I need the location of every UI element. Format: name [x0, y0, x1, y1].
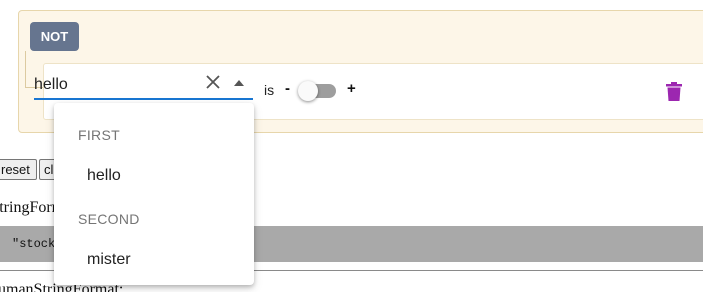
operator-label: is: [264, 82, 275, 98]
field-autocomplete[interactable]: hello: [34, 69, 253, 100]
close-icon[interactable]: [206, 75, 220, 89]
delete-icon[interactable]: [666, 82, 682, 101]
toggle-thumb[interactable]: [298, 81, 318, 101]
arrow-up-icon[interactable]: [233, 79, 245, 87]
group-header-second: SECOND: [78, 211, 140, 227]
field-input[interactable]: hello: [34, 76, 68, 94]
reset-button[interactable]: reset: [0, 159, 37, 180]
autocomplete-dropdown: FIRST hello SECOND mister: [54, 103, 254, 285]
option-hello[interactable]: hello: [87, 167, 121, 185]
code-text: "stock: [12, 237, 56, 251]
option-mister[interactable]: mister: [87, 251, 131, 269]
not-button[interactable]: NOT: [30, 22, 79, 51]
toggle-plus-label: +: [347, 80, 356, 97]
group-header-first: FIRST: [78, 127, 120, 143]
toggle-minus-label: -: [285, 80, 290, 97]
sign-toggle[interactable]: [298, 81, 338, 101]
